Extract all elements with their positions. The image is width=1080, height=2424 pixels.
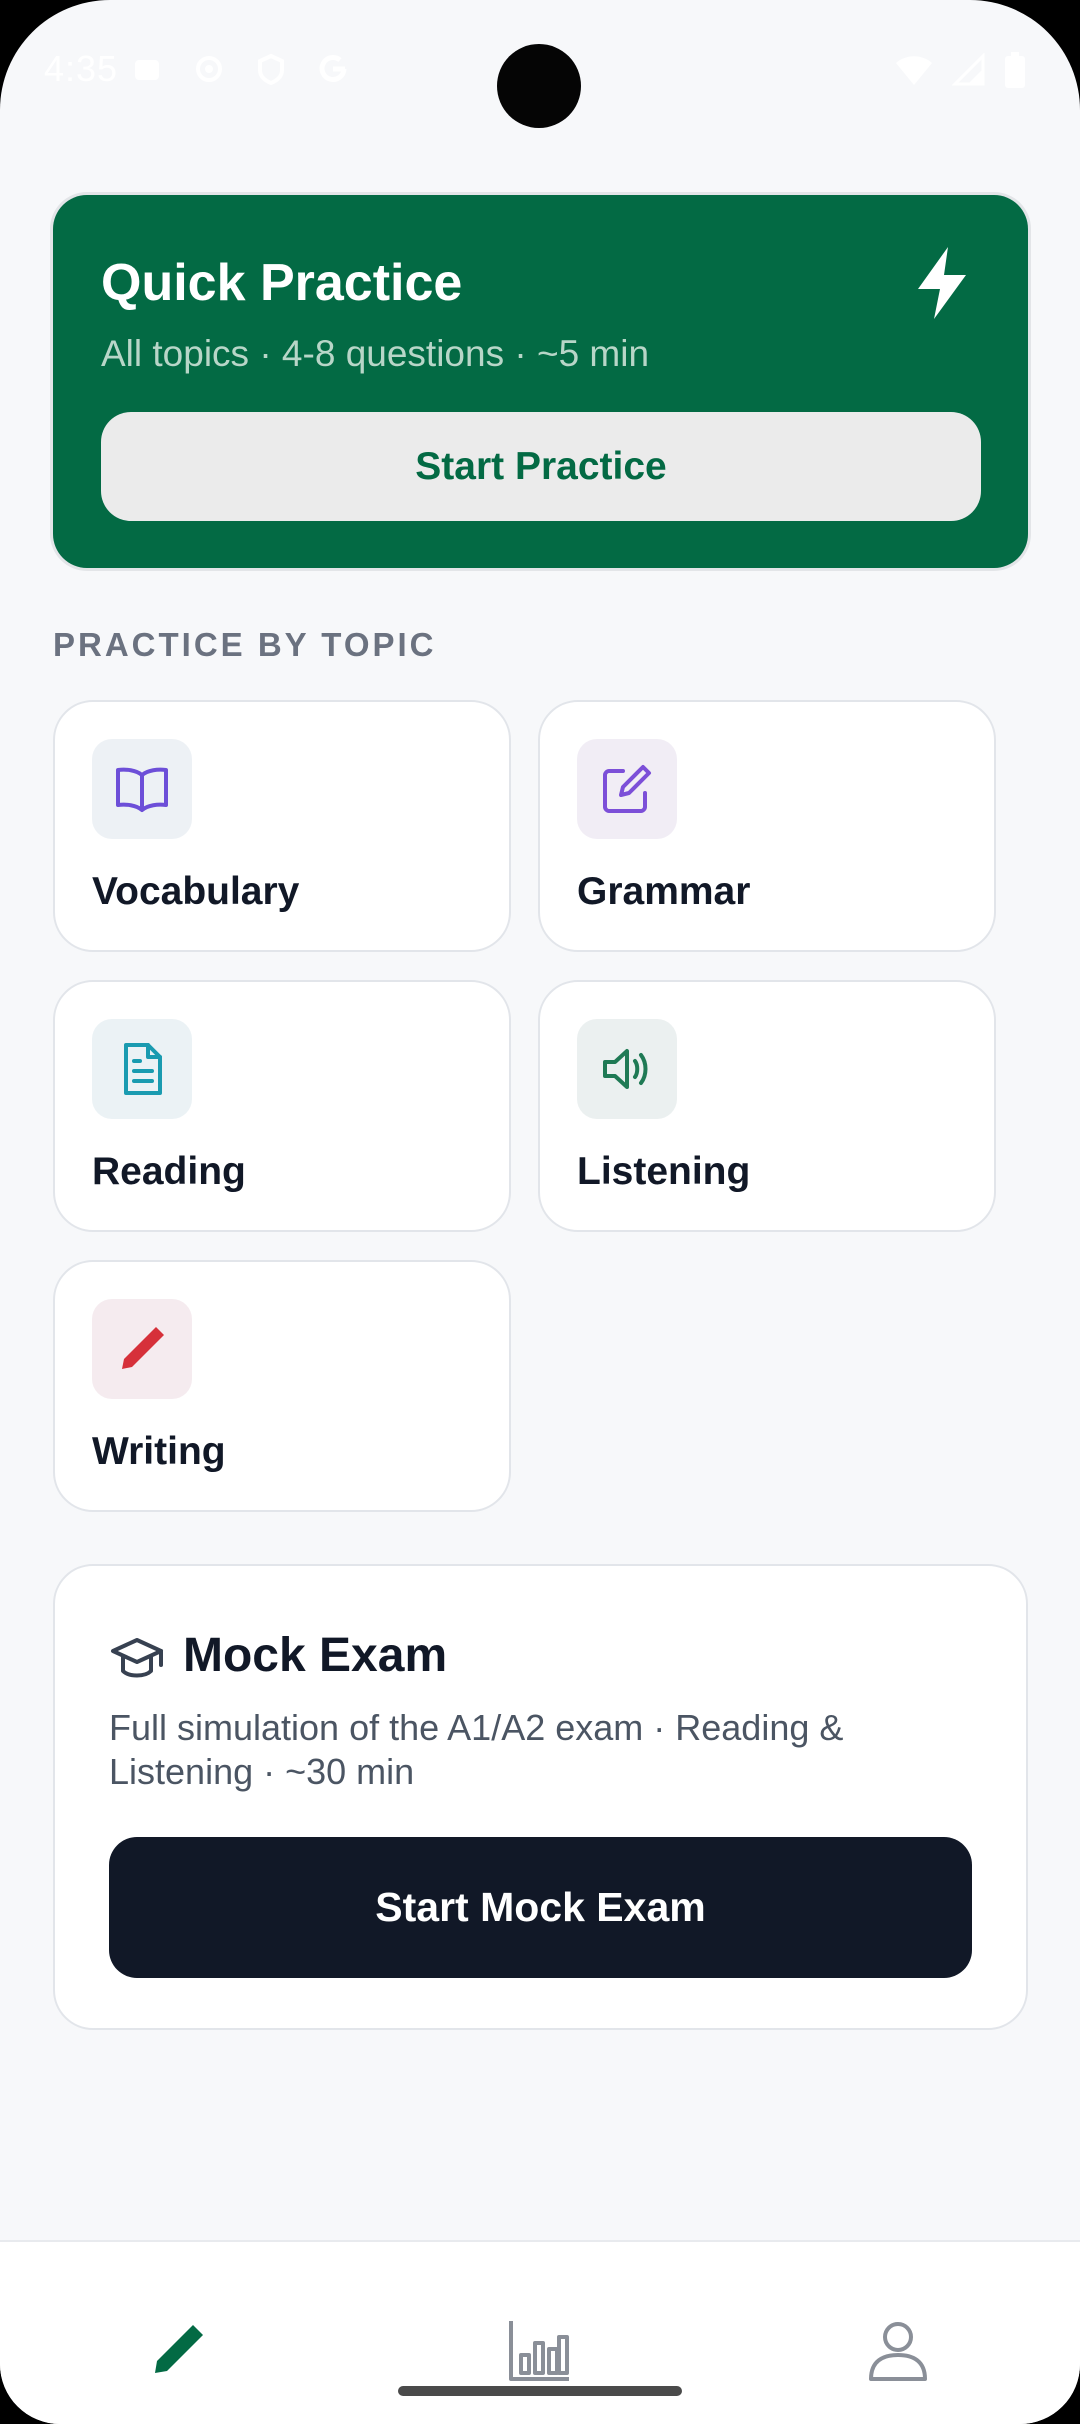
bottom-navigation — [0, 2240, 1080, 2424]
status-bar: 4:35 — [0, 0, 1080, 140]
wifi-icon — [894, 53, 934, 92]
topic-label-writing: Writing — [92, 1430, 226, 1473]
book-open-icon — [92, 739, 192, 839]
start-practice-button[interactable]: Start Practice — [101, 412, 981, 521]
mock-exam-description: Full simulation of the A1/A2 exam · Read… — [109, 1707, 844, 1792]
home-indicator[interactable] — [398, 2386, 682, 2396]
document-icon — [92, 1019, 192, 1119]
topic-card-vocabulary[interactable]: Vocabulary — [53, 700, 511, 952]
bar-chart-icon — [507, 2317, 573, 2388]
section-label-practice-by-topic: PRACTICE BY TOPIC — [53, 626, 437, 663]
pencil-icon — [92, 1299, 192, 1399]
speaker-icon — [577, 1019, 677, 1119]
topic-card-listening[interactable]: Listening — [538, 980, 996, 1232]
nav-profile-tab[interactable] — [858, 2312, 938, 2392]
topic-card-grammar[interactable]: Grammar — [538, 700, 996, 952]
mock-exam-title: Mock Exam — [183, 1629, 448, 1682]
pencil-icon — [145, 2317, 211, 2388]
settings-icon — [192, 52, 226, 86]
app-screen: 4:35 Quick Practice All topics · 4-8 que… — [0, 0, 1080, 2424]
topic-card-writing[interactable]: Writing — [53, 1260, 511, 1512]
mock-exam-card: Mock Exam Full simulation of the A1/A2 e… — [53, 1564, 1028, 2030]
graduation-cap-icon — [109, 1631, 165, 1687]
nav-stats-tab[interactable] — [500, 2312, 580, 2392]
google-icon — [316, 52, 350, 86]
notification-icon — [130, 52, 164, 86]
topic-label-listening: Listening — [577, 1150, 751, 1193]
signal-icon — [951, 52, 986, 92]
status-system-icons — [894, 52, 1026, 93]
topic-card-reading[interactable]: Reading — [53, 980, 511, 1232]
bolt-icon — [908, 243, 978, 323]
camera-cutout — [497, 44, 581, 128]
start-mock-exam-button[interactable]: Start Mock Exam — [109, 1837, 972, 1978]
user-icon — [865, 2317, 931, 2388]
status-notification-icons — [130, 52, 350, 86]
battery-icon — [1004, 52, 1026, 93]
status-time: 4:35 — [44, 48, 119, 89]
quick-practice-card: Quick Practice All topics · 4-8 question… — [53, 195, 1028, 568]
topic-label-reading: Reading — [92, 1150, 246, 1193]
topic-label-grammar: Grammar — [577, 870, 751, 913]
quick-practice-title: Quick Practice — [101, 254, 463, 312]
edit-square-icon — [577, 739, 677, 839]
nav-practice-tab[interactable] — [138, 2312, 218, 2392]
topic-label-vocabulary: Vocabulary — [92, 870, 300, 913]
shield-icon — [254, 52, 288, 86]
quick-practice-subtitle: All topics · 4-8 questions · ~5 min — [101, 333, 650, 374]
